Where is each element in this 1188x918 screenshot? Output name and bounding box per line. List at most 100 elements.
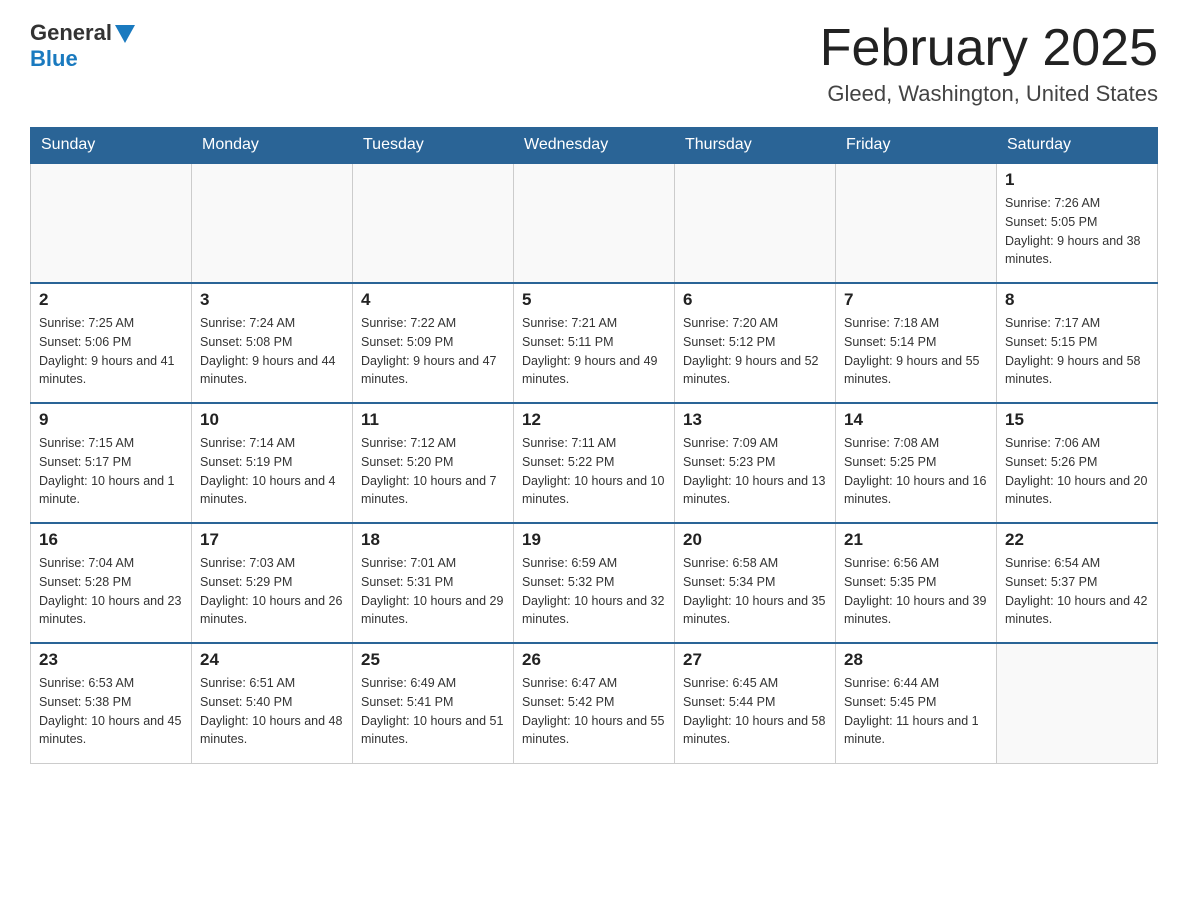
calendar-cell [353,163,514,283]
day-number: 7 [844,290,988,310]
calendar-cell: 4 Sunrise: 7:22 AM Sunset: 5:09 PM Daylig… [353,283,514,403]
calendar-cell: 12 Sunrise: 7:11 AM Sunset: 5:22 PM Dayli… [514,403,675,523]
day-info: Sunrise: 7:14 AM Sunset: 5:19 PM Dayligh… [200,434,344,509]
day-header-wednesday: Wednesday [514,128,675,164]
calendar-cell: 6Sunrise: 7:20 AM Sunset: 5:12 PM Daylig… [675,283,836,403]
day-info: Sunrise: 6:54 AM Sunset: 5:37 PM Dayligh… [1005,554,1149,629]
calendar-cell [675,163,836,283]
day-info: Sunrise: 6:53 AM Sunset: 5:38 PM Dayligh… [39,674,183,749]
calendar-cell: 13 Sunrise: 7:09 AM Sunset: 5:23 PM Dayli… [675,403,836,523]
calendar-cell: 21 Sunrise: 6:56 AM Sunset: 5:35 PM Dayli… [836,523,997,643]
day-info: Sunrise: 7:09 AM Sunset: 5:23 PM Dayligh… [683,434,827,509]
day-info: Sunrise: 7:12 AM Sunset: 5:20 PM Dayligh… [361,434,505,509]
week-row-2: 2Sunrise: 7:25 AM Sunset: 5:06 PM Daylig… [31,283,1158,403]
week-row-4: 16 Sunrise: 7:04 AM Sunset: 5:28 PM Dayli… [31,523,1158,643]
logo-blue-text: Blue [30,46,78,72]
calendar-cell: 28 Sunrise: 6:44 AM Sunset: 5:45 PM Dayli… [836,643,997,763]
calendar-cell: 14 Sunrise: 7:08 AM Sunset: 5:25 PM Dayli… [836,403,997,523]
calendar-cell: 24 Sunrise: 6:51 AM Sunset: 5:40 PM Dayli… [192,643,353,763]
calendar-cell: 9 Sunrise: 7:15 AM Sunset: 5:17 PM Daylig… [31,403,192,523]
day-number: 23 [39,650,183,670]
day-info: Sunrise: 7:25 AM Sunset: 5:06 PM Dayligh… [39,314,183,389]
calendar-cell: 1Sunrise: 7:26 AM Sunset: 5:05 PM Daylig… [997,163,1158,283]
title-section: February 2025 Gleed, Washington, United … [820,20,1158,107]
day-number: 8 [1005,290,1149,310]
calendar-table: SundayMondayTuesdayWednesdayThursdayFrid… [30,127,1158,764]
calendar-cell: 25 Sunrise: 6:49 AM Sunset: 5:41 PM Dayli… [353,643,514,763]
day-number: 16 [39,530,183,550]
day-number: 24 [200,650,344,670]
day-number: 10 [200,410,344,430]
day-info: Sunrise: 7:21 AM Sunset: 5:11 PM Dayligh… [522,314,666,389]
day-info: Sunrise: 7:24 AM Sunset: 5:08 PM Dayligh… [200,314,344,389]
day-header-friday: Friday [836,128,997,164]
calendar-cell [192,163,353,283]
day-info: Sunrise: 7:04 AM Sunset: 5:28 PM Dayligh… [39,554,183,629]
day-info: Sunrise: 7:01 AM Sunset: 5:31 PM Dayligh… [361,554,505,629]
logo: General Blue [30,20,135,72]
day-info: Sunrise: 7:20 AM Sunset: 5:12 PM Dayligh… [683,314,827,389]
day-number: 27 [683,650,827,670]
day-number: 17 [200,530,344,550]
day-info: Sunrise: 7:15 AM Sunset: 5:17 PM Dayligh… [39,434,183,509]
day-info: Sunrise: 6:49 AM Sunset: 5:41 PM Dayligh… [361,674,505,749]
day-header-monday: Monday [192,128,353,164]
calendar-cell: 3 Sunrise: 7:24 AM Sunset: 5:08 PM Daylig… [192,283,353,403]
day-number: 5 [522,290,666,310]
calendar-cell [997,643,1158,763]
calendar-cell: 7 Sunrise: 7:18 AM Sunset: 5:14 PM Daylig… [836,283,997,403]
day-number: 14 [844,410,988,430]
calendar-cell: 23 Sunrise: 6:53 AM Sunset: 5:38 PM Dayli… [31,643,192,763]
day-info: Sunrise: 6:56 AM Sunset: 5:35 PM Dayligh… [844,554,988,629]
day-header-saturday: Saturday [997,128,1158,164]
week-row-1: 1Sunrise: 7:26 AM Sunset: 5:05 PM Daylig… [31,163,1158,283]
calendar-cell: 15Sunrise: 7:06 AM Sunset: 5:26 PM Dayli… [997,403,1158,523]
day-info: Sunrise: 6:51 AM Sunset: 5:40 PM Dayligh… [200,674,344,749]
calendar-cell: 11Sunrise: 7:12 AM Sunset: 5:20 PM Dayli… [353,403,514,523]
day-number: 28 [844,650,988,670]
day-info: Sunrise: 7:11 AM Sunset: 5:22 PM Dayligh… [522,434,666,509]
day-info: Sunrise: 6:45 AM Sunset: 5:44 PM Dayligh… [683,674,827,749]
day-info: Sunrise: 7:22 AM Sunset: 5:09 PM Dayligh… [361,314,505,389]
calendar-cell [514,163,675,283]
day-info: Sunrise: 6:58 AM Sunset: 5:34 PM Dayligh… [683,554,827,629]
calendar-cell: 5 Sunrise: 7:21 AM Sunset: 5:11 PM Daylig… [514,283,675,403]
day-number: 18 [361,530,505,550]
day-info: Sunrise: 7:08 AM Sunset: 5:25 PM Dayligh… [844,434,988,509]
day-header-thursday: Thursday [675,128,836,164]
day-number: 21 [844,530,988,550]
day-info: Sunrise: 7:03 AM Sunset: 5:29 PM Dayligh… [200,554,344,629]
day-info: Sunrise: 7:17 AM Sunset: 5:15 PM Dayligh… [1005,314,1149,389]
day-number: 9 [39,410,183,430]
day-info: Sunrise: 6:44 AM Sunset: 5:45 PM Dayligh… [844,674,988,749]
calendar-cell: 18 Sunrise: 7:01 AM Sunset: 5:31 PM Dayli… [353,523,514,643]
day-number: 1 [1005,170,1149,190]
day-number: 4 [361,290,505,310]
logo-general-text: General [30,20,112,46]
calendar-cell: 27 Sunrise: 6:45 AM Sunset: 5:44 PM Dayli… [675,643,836,763]
day-number: 26 [522,650,666,670]
calendar-cell: 8 Sunrise: 7:17 AM Sunset: 5:15 PM Daylig… [997,283,1158,403]
calendar-cell: 16 Sunrise: 7:04 AM Sunset: 5:28 PM Dayli… [31,523,192,643]
calendar-cell: 17 Sunrise: 7:03 AM Sunset: 5:29 PM Dayli… [192,523,353,643]
calendar-header-row: SundayMondayTuesdayWednesdayThursdayFrid… [31,128,1158,164]
week-row-3: 9 Sunrise: 7:15 AM Sunset: 5:17 PM Daylig… [31,403,1158,523]
day-number: 13 [683,410,827,430]
location: Gleed, Washington, United States [820,81,1158,107]
day-number: 12 [522,410,666,430]
day-info: Sunrise: 6:47 AM Sunset: 5:42 PM Dayligh… [522,674,666,749]
day-header-tuesday: Tuesday [353,128,514,164]
day-number: 20 [683,530,827,550]
calendar-cell: 2Sunrise: 7:25 AM Sunset: 5:06 PM Daylig… [31,283,192,403]
day-info: Sunrise: 7:18 AM Sunset: 5:14 PM Dayligh… [844,314,988,389]
day-number: 25 [361,650,505,670]
logo-triangle-icon [115,25,135,43]
calendar-cell: 26 Sunrise: 6:47 AM Sunset: 5:42 PM Dayli… [514,643,675,763]
day-header-sunday: Sunday [31,128,192,164]
day-info: Sunrise: 6:59 AM Sunset: 5:32 PM Dayligh… [522,554,666,629]
month-title: February 2025 [820,20,1158,77]
day-info: Sunrise: 7:06 AM Sunset: 5:26 PM Dayligh… [1005,434,1149,509]
day-number: 19 [522,530,666,550]
calendar-cell: 22Sunrise: 6:54 AM Sunset: 5:37 PM Dayli… [997,523,1158,643]
day-number: 3 [200,290,344,310]
